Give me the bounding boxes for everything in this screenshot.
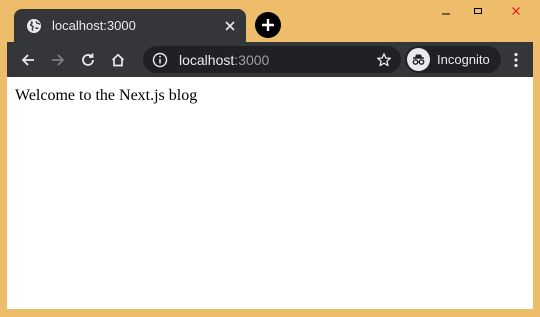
close-window-button[interactable] bbox=[494, 0, 538, 22]
menu-button[interactable] bbox=[503, 46, 529, 73]
incognito-profile-button[interactable]: Incognito bbox=[405, 46, 501, 73]
globe-icon bbox=[26, 18, 42, 34]
welcome-text: Welcome to the Next.js blog bbox=[15, 87, 198, 104]
incognito-icon bbox=[407, 48, 430, 71]
arrow-right-icon bbox=[52, 53, 65, 66]
more-vertical-icon bbox=[514, 52, 518, 67]
plus-icon bbox=[262, 19, 274, 31]
window-controls bbox=[430, 0, 538, 22]
address-bar[interactable]: localhost:3000 bbox=[143, 46, 401, 73]
minimize-button[interactable] bbox=[430, 0, 462, 22]
reload-icon bbox=[82, 53, 94, 66]
tab-title: localhost:3000 bbox=[52, 18, 136, 33]
new-tab-button[interactable] bbox=[255, 12, 281, 38]
forward-button[interactable] bbox=[43, 45, 73, 75]
bookmark-star-icon[interactable] bbox=[373, 49, 395, 71]
browser-window: localhost:3000 localhost:3000 Incognito … bbox=[0, 0, 540, 317]
title-bar: localhost:3000 bbox=[0, 0, 540, 42]
reload-button[interactable] bbox=[73, 45, 103, 75]
active-tab[interactable]: localhost:3000 bbox=[14, 9, 246, 42]
maximize-icon bbox=[474, 8, 482, 14]
url-text: localhost:3000 bbox=[179, 52, 373, 68]
back-button[interactable] bbox=[13, 45, 43, 75]
home-icon bbox=[111, 53, 125, 66]
url-host: localhost bbox=[179, 51, 235, 68]
url-port: :3000 bbox=[234, 51, 270, 68]
page-content: Welcome to the Next.js blog bbox=[7, 77, 533, 309]
browser-toolbar: localhost:3000 Incognito bbox=[7, 42, 533, 77]
home-button[interactable] bbox=[103, 45, 133, 75]
incognito-label: Incognito bbox=[437, 52, 490, 67]
close-icon bbox=[512, 7, 520, 15]
info-icon[interactable] bbox=[151, 51, 169, 69]
minimize-icon bbox=[442, 13, 450, 15]
tab-close-icon[interactable] bbox=[220, 16, 240, 36]
maximize-button[interactable] bbox=[462, 0, 494, 22]
arrow-left-icon bbox=[21, 53, 34, 66]
